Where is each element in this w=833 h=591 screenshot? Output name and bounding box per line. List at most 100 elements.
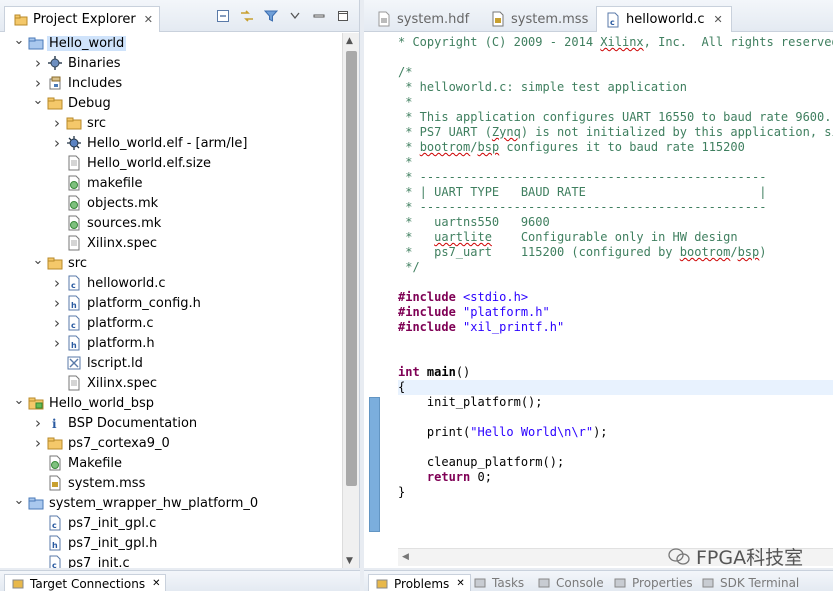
filter-icon[interactable] bbox=[263, 8, 279, 24]
code-line[interactable]: * uartns550 9600 bbox=[398, 215, 833, 230]
code-line[interactable]: return 0; bbox=[398, 470, 833, 485]
code-line[interactable]: cleanup_platform(); bbox=[398, 455, 833, 470]
code-line[interactable]: ⊖/* bbox=[398, 65, 833, 80]
collapse-all-icon[interactable] bbox=[215, 8, 231, 24]
tree-item[interactable]: › Binaries bbox=[0, 53, 342, 73]
code-line[interactable]: * This application configures UART 16550… bbox=[398, 110, 833, 125]
bottom-tab[interactable]: Problems ✕ bbox=[368, 574, 471, 591]
code-line[interactable] bbox=[398, 275, 833, 290]
scroll-down-icon[interactable]: ▼ bbox=[346, 556, 353, 566]
code-line[interactable]: #include "xil_printf.h" bbox=[398, 320, 833, 335]
tree-item[interactable]: objects.mk bbox=[0, 193, 342, 213]
expanded-twisty-icon[interactable]: ⌄ bbox=[31, 93, 45, 108]
tree-item[interactable]: Hello_world.elf.size bbox=[0, 153, 342, 173]
code-line[interactable]: * | UART TYPE BAUD RATE | bbox=[398, 185, 833, 200]
code-line[interactable]: ⊕* Copyright (C) 2009 - 2014 Xilinx, Inc… bbox=[398, 35, 833, 50]
close-icon[interactable]: ✕ bbox=[152, 578, 160, 589]
close-icon[interactable]: ✕ bbox=[714, 13, 723, 26]
expanded-twisty-icon[interactable]: ⌄ bbox=[12, 33, 26, 48]
tree-item[interactable]: › ps7_cortexa9_0 bbox=[0, 433, 342, 453]
code-line[interactable]: print("Hello World\n\r"); bbox=[398, 425, 833, 440]
code-line[interactable]: * bootrom/bsp configures it to baud rate… bbox=[398, 140, 833, 155]
tree-item[interactable]: Xilinx.spec bbox=[0, 373, 342, 393]
code-line[interactable]: } bbox=[398, 485, 833, 500]
tree-item[interactable]: ⌄ Hello_world_bsp bbox=[0, 393, 342, 413]
tree-item[interactable]: ⌄ system_wrapper_hw_platform_0 bbox=[0, 493, 342, 513]
collapsed-twisty-icon[interactable]: › bbox=[50, 314, 64, 332]
tree-item[interactable]: Xilinx.spec bbox=[0, 233, 342, 253]
tree-item[interactable]: › Includes bbox=[0, 73, 342, 93]
code-line[interactable]: #include "platform.h" bbox=[398, 305, 833, 320]
expanded-twisty-icon[interactable]: ⌄ bbox=[12, 393, 26, 408]
close-icon[interactable]: ✕ bbox=[144, 13, 153, 26]
code-area[interactable]: ⊕* Copyright (C) 2009 - 2014 Xilinx, Inc… bbox=[398, 33, 833, 548]
tree-item[interactable]: › src bbox=[0, 113, 342, 133]
code-line[interactable]: * ps7_uart 115200 (configured by bootrom… bbox=[398, 245, 833, 260]
collapsed-twisty-icon[interactable]: › bbox=[31, 414, 45, 432]
code-line[interactable] bbox=[398, 350, 833, 365]
tree-item[interactable]: h ps7_init_gpl.h bbox=[0, 533, 342, 553]
code-line[interactable] bbox=[398, 410, 833, 425]
code-line[interactable]: * --------------------------------------… bbox=[398, 200, 833, 215]
view-menu-icon[interactable] bbox=[287, 8, 303, 24]
code-line[interactable]: * helloworld.c: simple test application bbox=[398, 80, 833, 95]
close-icon[interactable]: ✕ bbox=[456, 578, 464, 589]
code-line[interactable]: { bbox=[398, 380, 833, 395]
collapsed-twisty-icon[interactable]: › bbox=[31, 434, 45, 452]
scrollbar-thumb[interactable] bbox=[346, 51, 357, 486]
tree-item[interactable]: › i BSP Documentation bbox=[0, 413, 342, 433]
code-line[interactable]: * bbox=[398, 95, 833, 110]
code-line[interactable]: * bbox=[398, 155, 833, 170]
change-indicator-bar bbox=[369, 397, 380, 532]
tree-item[interactable]: c ps7_init_gpl.c bbox=[0, 513, 342, 533]
tree-item[interactable]: › h platform_config.h bbox=[0, 293, 342, 313]
tree-item[interactable]: › c helloworld.c bbox=[0, 273, 342, 293]
tab-project-explorer[interactable]: Project Explorer ✕ bbox=[4, 6, 160, 32]
collapsed-twisty-icon[interactable]: › bbox=[50, 294, 64, 312]
collapsed-twisty-icon[interactable]: › bbox=[50, 334, 64, 352]
code-line[interactable] bbox=[398, 440, 833, 455]
editor-tab[interactable]: c helloworld.c ✕ bbox=[596, 6, 732, 32]
tree-item[interactable]: system.mss bbox=[0, 473, 342, 493]
collapsed-twisty-icon[interactable]: › bbox=[50, 274, 64, 292]
explorer-vertical-scrollbar[interactable]: ▲ ▼ bbox=[342, 33, 359, 568]
bottom-tab[interactable]: Target Connections ✕ bbox=[4, 574, 167, 591]
bottom-tab[interactable]: SDK Terminal bbox=[700, 574, 799, 591]
minimize-icon[interactable] bbox=[311, 8, 327, 24]
bottom-tab[interactable]: Properties bbox=[612, 574, 693, 591]
tree-item[interactable]: ⌄ src bbox=[0, 253, 342, 273]
tree-item[interactable]: lscript.ld bbox=[0, 353, 342, 373]
tree-item[interactable]: › c platform.c bbox=[0, 313, 342, 333]
collapsed-twisty-icon[interactable]: › bbox=[31, 74, 45, 92]
code-line[interactable]: ⊖int main() bbox=[398, 365, 833, 380]
tree-item[interactable]: ⌄ Debug bbox=[0, 93, 342, 113]
code-line[interactable]: * --------------------------------------… bbox=[398, 170, 833, 185]
editor-tab[interactable]: system.mss bbox=[482, 6, 596, 32]
tree-item[interactable]: › Hello_world.elf - [arm/le] bbox=[0, 133, 342, 153]
expanded-twisty-icon[interactable]: ⌄ bbox=[12, 493, 26, 508]
code-line[interactable]: #include <stdio.h> bbox=[398, 290, 833, 305]
tree-item[interactable]: ⌄ Hello_world bbox=[0, 33, 342, 53]
tree-item[interactable]: sources.mk bbox=[0, 213, 342, 233]
bottom-tab[interactable]: Tasks bbox=[472, 574, 524, 591]
scroll-up-icon[interactable]: ▲ bbox=[346, 36, 353, 46]
code-line[interactable] bbox=[398, 335, 833, 350]
collapsed-twisty-icon[interactable]: › bbox=[50, 134, 64, 152]
scroll-left-icon[interactable]: ◀ bbox=[402, 552, 409, 562]
link-with-editor-icon[interactable] bbox=[239, 8, 255, 24]
code-line[interactable]: * PS7 UART (Zynq) is not initialized by … bbox=[398, 125, 833, 140]
collapsed-twisty-icon[interactable]: › bbox=[50, 114, 64, 132]
tree-item[interactable]: c ps7_init.c bbox=[0, 553, 342, 568]
tree-item[interactable]: › h platform.h bbox=[0, 333, 342, 353]
tree-item[interactable]: Makefile bbox=[0, 453, 342, 473]
tree-item[interactable]: makefile bbox=[0, 173, 342, 193]
code-line[interactable]: */ bbox=[398, 260, 833, 275]
editor-tab[interactable]: system.hdf bbox=[368, 6, 477, 32]
collapsed-twisty-icon[interactable]: › bbox=[31, 54, 45, 72]
maximize-icon[interactable] bbox=[335, 8, 351, 24]
code-line[interactable]: * uartlite Configurable only in HW desig… bbox=[398, 230, 833, 245]
expanded-twisty-icon[interactable]: ⌄ bbox=[31, 253, 45, 268]
code-line[interactable] bbox=[398, 50, 833, 65]
bottom-tab[interactable]: Console bbox=[536, 574, 604, 591]
code-line[interactable]: init_platform(); bbox=[398, 395, 833, 410]
